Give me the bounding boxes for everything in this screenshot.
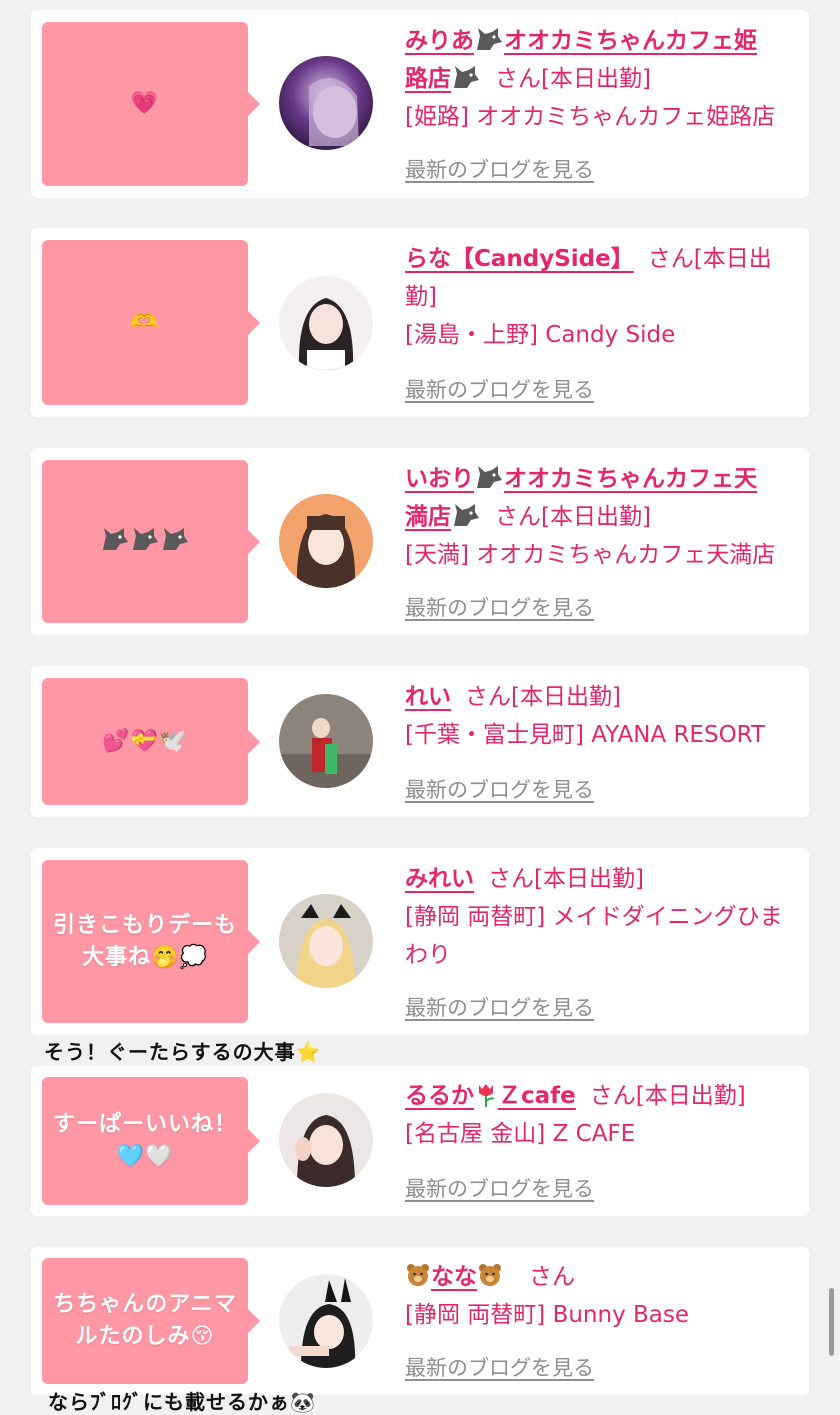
staff-status: さん[本日出勤] (488, 866, 644, 892)
staff-info: みりあ オオカミちゃんカフェ姫 路店 さん[本日出勤] [姫路] オオカミちゃんカフ… (405, 22, 799, 136)
blog-link[interactable]: 最新のブログを見る (405, 1352, 594, 1382)
shop-name: [姫路] オオカミちゃんカフェ姫路店 (405, 104, 776, 130)
comment-bubble: 🫶 (42, 240, 260, 405)
staff-status: さん[本日出勤] (465, 684, 621, 710)
staff-card: ちちゃんのアニマ ルたのしみ😚 なな さん [静岡 両替町] Bunny Base… (31, 1247, 809, 1395)
staff-name-link[interactable]: みりあ オオカミちゃんカフェ姫 (405, 28, 757, 54)
avatar[interactable] (279, 276, 373, 370)
staff-card: 🫶 らな【CandySide】 さん[本日出勤] [湯島・上野] Candy Si… (31, 228, 809, 417)
wolf-icon (454, 66, 479, 88)
staff-status: さん[本日出勤] (589, 1083, 746, 1109)
wolf-icon (454, 504, 479, 526)
bear-icon (407, 1264, 429, 1286)
staff-card: 💗 みりあ オオカミちゃんカフェ姫 路店 さん[本日出勤] [姫路] オオカミちゃん… (31, 10, 809, 198)
staff-status: さん[本日出勤] (495, 66, 651, 92)
shop-name: [静岡 両替町] Bunny Base (405, 1302, 690, 1328)
staff-info: らな【CandySide】 さん[本日出勤] [湯島・上野] Candy Side (405, 240, 799, 354)
comment-bubble: 💕💝🕊️ (42, 678, 260, 805)
blog-link[interactable]: 最新のブログを見る (405, 992, 594, 1022)
staff-name-link[interactable]: るるか Ｚcafe (405, 1083, 576, 1109)
avatar[interactable] (279, 694, 373, 788)
overlay-comment: そう！ぐーたらするの大事⭐️ (44, 1040, 322, 1064)
staff-status: さん (529, 1264, 575, 1290)
staff-info: みれい さん[本日出勤] [静岡 両替町] メイドダイニングひまわり (405, 860, 799, 974)
staff-name-link-cont[interactable]: 路店 (405, 66, 481, 92)
tulip-icon (479, 1084, 495, 1107)
comment-bubble: ちちゃんのアニマ ルたのしみ😚 (42, 1258, 260, 1384)
staff-card: すーぱーいいね！ 🩵🤍 るるか Ｚcafe さん[本日出勤] [名古屋 金山] Z … (31, 1066, 809, 1216)
shop-name: [名古屋 金山] Z CAFE (405, 1121, 636, 1147)
bubble-line: すーぱーいいね！ (52, 1112, 237, 1137)
bubble-line: 引きこもりデーも (52, 912, 237, 938)
comment-bubble (42, 460, 260, 623)
blog-link[interactable]: 最新のブログを見る (405, 592, 594, 622)
staff-info: るるか Ｚcafe さん[本日出勤] [名古屋 金山] Z CAFE (405, 1077, 799, 1153)
shop-name: [静岡 両替町] メイドダイニングひまわり (405, 904, 783, 968)
staff-name-link[interactable]: いおり オオカミちゃんカフェ天 (405, 466, 757, 492)
bubble-line: 大事ね🤭💭 (82, 944, 208, 970)
scrollbar[interactable] (829, 1288, 834, 1356)
bubble-text: 💗 (130, 91, 160, 116)
staff-info: なな さん [静岡 両替町] Bunny Base (405, 1258, 799, 1334)
bubble-wolves (100, 526, 190, 558)
bubble-line: ちちゃんのアニマ (53, 1292, 237, 1317)
shop-name: [千葉・富士見町] AYANA RESORT (405, 722, 766, 748)
staff-status: さん[本日出勤] (495, 504, 651, 530)
staff-card: いおり オオカミちゃんカフェ天 満店 さん[本日出勤] [天満] オオカミちゃんカフ… (31, 448, 809, 635)
avatar[interactable] (279, 1274, 373, 1368)
comment-bubble: 引きこもりデーも 大事ね🤭💭 (42, 860, 260, 1023)
wolf-icon (133, 527, 158, 550)
wolf-icon (477, 466, 502, 488)
staff-name-link[interactable]: みれい (405, 866, 474, 892)
shop-name: [湯島・上野] Candy Side (405, 322, 676, 348)
shop-name: [天満] オオカミちゃんカフェ天満店 (405, 542, 776, 568)
bubble-line: 🩵🤍 (116, 1144, 174, 1169)
bubble-line: ルたのしみ😚 (75, 1324, 215, 1349)
avatar[interactable] (279, 56, 373, 150)
staff-name-link[interactable]: らな【CandySide】 (405, 246, 634, 272)
comment-bubble: すーぱーいいね！ 🩵🤍 (42, 1077, 260, 1205)
staff-name-link[interactable]: れい (405, 684, 451, 710)
overlay-comment: ならﾌﾞﾛｸﾞにも載せるかぁ🐼 (48, 1390, 316, 1414)
avatar[interactable] (279, 494, 373, 588)
staff-name-link-cont[interactable]: 満店 (405, 504, 481, 530)
blog-link[interactable]: 最新のブログを見る (405, 154, 594, 184)
staff-card: 💕💝🕊️ れい さん[本日出勤] [千葉・富士見町] AYANA RESORT 最… (31, 666, 809, 817)
wolf-icon (103, 527, 128, 550)
bubble-text: 💕💝🕊️ (102, 728, 188, 754)
staff-info: いおり オオカミちゃんカフェ天 満店 さん[本日出勤] [天満] オオカミちゃんカフ… (405, 460, 799, 574)
staff-name-link[interactable]: なな (405, 1264, 503, 1290)
avatar[interactable] (279, 894, 373, 988)
bear-icon (479, 1264, 501, 1286)
blog-link[interactable]: 最新のブログを見る (405, 374, 594, 404)
staff-card: 引きこもりデーも 大事ね🤭💭 みれい さん[本日出勤] [静岡 両替町] メイドダ… (31, 848, 809, 1035)
comment-bubble: 💗 (42, 22, 260, 186)
bubble-text: 🫶 (130, 309, 160, 335)
avatar[interactable] (279, 1093, 373, 1187)
wolf-icon (477, 28, 502, 50)
wolf-icon (163, 527, 188, 550)
staff-info: れい さん[本日出勤] [千葉・富士見町] AYANA RESORT (405, 678, 799, 754)
blog-link[interactable]: 最新のブログを見る (405, 774, 594, 804)
blog-link[interactable]: 最新のブログを見る (405, 1173, 594, 1203)
